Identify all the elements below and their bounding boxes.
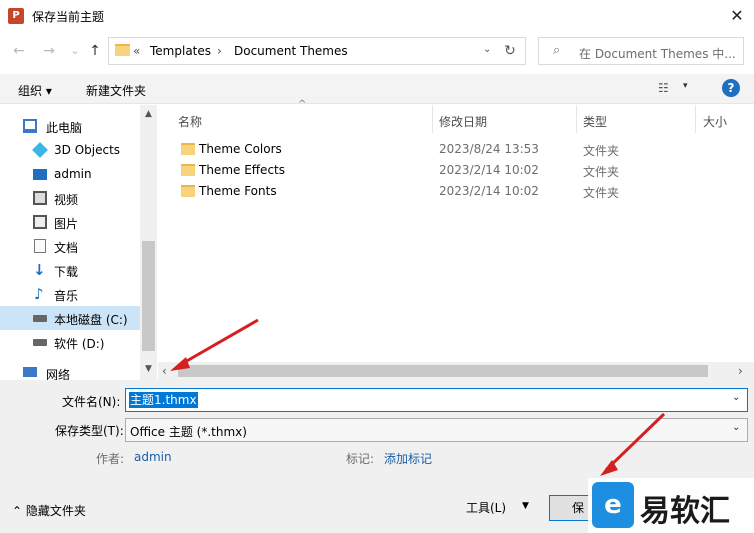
watermark: e 易软汇: [588, 478, 754, 533]
annotation-arrow-save: [600, 412, 666, 476]
watermark-text: 易软汇: [640, 494, 730, 529]
annotation-arrows: [170, 318, 666, 476]
annotation-arrow-scroll: [170, 318, 259, 371]
watermark-logo-icon: e: [592, 482, 634, 528]
